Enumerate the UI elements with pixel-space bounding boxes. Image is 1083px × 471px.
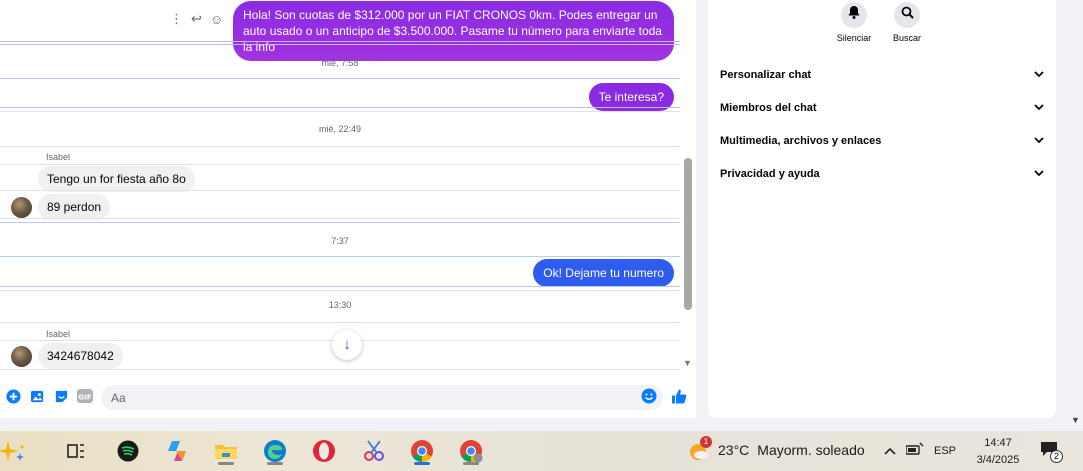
weather-sun-icon: 1 bbox=[688, 436, 712, 461]
search-button[interactable]: Buscar bbox=[882, 2, 932, 43]
chevron-down-icon bbox=[1034, 102, 1044, 114]
notification-count-badge: 2 bbox=[1050, 450, 1063, 463]
avatar[interactable] bbox=[11, 346, 32, 367]
page-scroll-down-arrow-icon[interactable]: ▼ bbox=[1071, 415, 1080, 425]
sender-name: Isabel bbox=[46, 152, 71, 162]
network-battery-icon[interactable] bbox=[905, 442, 924, 459]
clock-date: 3/4/2025 bbox=[976, 454, 1020, 466]
section-chat-members[interactable]: Miembros del chat bbox=[720, 98, 1044, 118]
emoji-icon[interactable] bbox=[641, 388, 657, 404]
section-customize-chat[interactable]: Personalizar chat bbox=[720, 65, 1044, 85]
timestamp: mié, 7:58 bbox=[321, 58, 359, 68]
section-label: Multimedia, archivos y enlaces bbox=[720, 135, 882, 147]
message-bubble-incoming[interactable]: 3424678042 bbox=[38, 343, 123, 369]
section-label: Privacidad y ayuda bbox=[720, 168, 820, 180]
message-input[interactable] bbox=[101, 385, 663, 410]
image-icon[interactable] bbox=[29, 388, 45, 404]
copilot-sparkle-icon[interactable] bbox=[0, 437, 28, 465]
scroll-down-arrow-icon[interactable]: ▼ bbox=[683, 358, 692, 368]
weather-widget[interactable]: 1 23°C Mayorm. soleado bbox=[688, 436, 865, 461]
chevron-down-icon bbox=[1034, 168, 1044, 180]
message-composer: GIF bbox=[0, 378, 696, 418]
section-label: Personalizar chat bbox=[720, 69, 812, 81]
plus-icon[interactable] bbox=[5, 388, 21, 404]
gif-icon[interactable]: GIF bbox=[77, 388, 93, 404]
system-tray: ESP bbox=[884, 442, 956, 459]
message-bubble-incoming[interactable]: 89 perdon bbox=[38, 194, 111, 220]
weather-temperature: 23°C bbox=[718, 442, 750, 458]
sticker-icon[interactable] bbox=[53, 388, 69, 404]
conversation-info-panel: Silenciar Buscar Personalizar chat Miemb… bbox=[708, 0, 1056, 418]
reply-icon[interactable]: ↩ bbox=[191, 11, 202, 27]
section-label: Miembros del chat bbox=[720, 102, 817, 114]
svg-text:GIF: GIF bbox=[78, 394, 91, 402]
section-media-files-links[interactable]: Multimedia, archivos y enlaces bbox=[720, 131, 1044, 151]
copilot-app-icon[interactable] bbox=[163, 437, 191, 465]
timestamp: mié, 22:49 bbox=[318, 124, 362, 134]
edge-icon[interactable] bbox=[261, 437, 289, 465]
chrome-icon[interactable] bbox=[408, 437, 436, 465]
language-indicator[interactable]: ESP bbox=[934, 445, 956, 457]
weather-alert-badge: 1 bbox=[700, 436, 712, 448]
scroll-to-bottom-button[interactable]: ↓ bbox=[332, 330, 362, 360]
clock[interactable]: 14:47 3/4/2025 bbox=[968, 435, 1028, 469]
message-bubble-outgoing[interactable]: Hola! Son cuotas de $312.000 por un FIAT… bbox=[233, 1, 674, 61]
clock-time: 14:47 bbox=[984, 437, 1012, 449]
timestamp: 13:30 bbox=[328, 300, 352, 310]
chat-scrollbar[interactable]: ▼ bbox=[682, 0, 694, 372]
sender-name: Isabel bbox=[46, 329, 71, 339]
arrow-down-icon: ↓ bbox=[343, 336, 351, 353]
message-actions: ⋮ ↩ ☺ bbox=[170, 11, 223, 27]
search-label: Buscar bbox=[892, 33, 921, 43]
scroll-thumb[interactable] bbox=[684, 158, 692, 310]
thumbs-up-icon[interactable] bbox=[671, 388, 687, 404]
snipping-tool-icon[interactable] bbox=[360, 437, 388, 465]
message-bubble-incoming[interactable]: Tengo un for fiesta año 8o bbox=[38, 166, 195, 192]
message-bubble-outgoing[interactable]: Ok! Dejame tu numero bbox=[533, 259, 674, 287]
file-explorer-icon[interactable] bbox=[212, 437, 240, 465]
search-icon bbox=[901, 6, 914, 24]
page-scrollbar[interactable] bbox=[1068, 0, 1083, 430]
mute-button[interactable]: Silenciar bbox=[829, 2, 879, 43]
chevron-down-icon bbox=[1034, 69, 1044, 81]
weather-description: Mayorm. soleado bbox=[757, 442, 865, 458]
section-privacy-help[interactable]: Privacidad y ayuda bbox=[720, 164, 1044, 184]
chrome-profile-icon[interactable] bbox=[457, 437, 485, 465]
taskbar: 1 23°C Mayorm. soleado ESP 14:47 3/4/202… bbox=[0, 431, 1083, 471]
more-options-icon[interactable]: ⋮ bbox=[170, 11, 183, 27]
mute-label: Silenciar bbox=[836, 33, 872, 43]
opera-icon[interactable] bbox=[310, 437, 338, 465]
task-view-icon[interactable] bbox=[62, 437, 90, 465]
chevron-down-icon bbox=[1034, 135, 1044, 147]
chevron-up-icon[interactable] bbox=[884, 444, 896, 458]
timestamp: 7:37 bbox=[331, 236, 349, 246]
react-icon[interactable]: ☺ bbox=[210, 12, 223, 27]
avatar[interactable] bbox=[11, 197, 32, 218]
bell-icon bbox=[848, 6, 860, 24]
spotify-icon[interactable] bbox=[114, 437, 142, 465]
notification-center-button[interactable]: 2 bbox=[1040, 441, 1063, 463]
chat-panel: ⋮ ↩ ☺ Hola! Son cuotas de $312.000 por u… bbox=[0, 0, 696, 418]
